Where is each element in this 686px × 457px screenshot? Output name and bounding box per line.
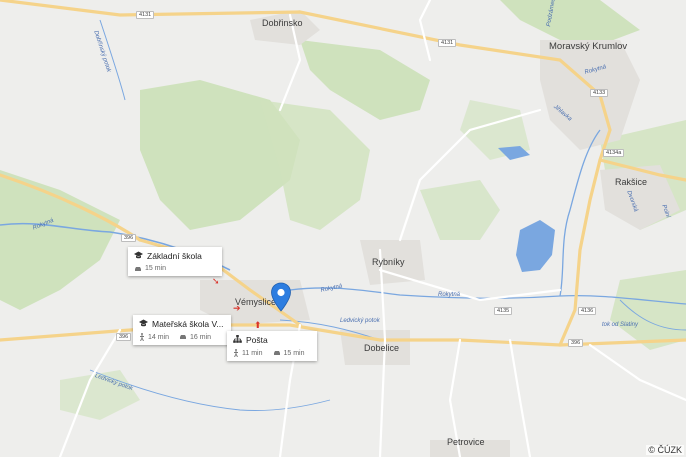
poi-card-title: Pošta	[246, 335, 268, 345]
car-time: 15 min	[273, 350, 305, 357]
poi-card-travel-times: 11 min 15 min	[233, 349, 311, 357]
direction-arrow-icon: ➘	[212, 276, 220, 286]
car-time: 15 min	[134, 265, 166, 272]
poi-card-elementary-school[interactable]: Základní škola 15 min	[128, 247, 222, 276]
car-time-value: 15 min	[283, 349, 305, 357]
road-number-396-c: 396	[568, 339, 584, 347]
car-icon	[180, 335, 187, 339]
car-time-value: 16 min	[190, 333, 212, 341]
road-number-4134: 4134a	[603, 149, 625, 157]
walk-icon	[140, 333, 144, 341]
poi-card-title-row: Pošta	[233, 335, 311, 345]
town-label-dobrinsko[interactable]: Dobřinsko	[262, 18, 303, 28]
car-icon	[273, 351, 280, 355]
direction-arrow-icon: ➔	[233, 303, 241, 313]
poi-card-title-row: Mateřská škola V...	[139, 319, 225, 329]
road-number-4136: 4136	[578, 307, 597, 315]
walk-time: 14 min	[139, 333, 169, 341]
road-number-4135: 4135	[494, 307, 513, 315]
road-number-4131-b: 4131	[438, 39, 457, 47]
poi-card-post-office[interactable]: Pošta 11 min 15 min	[227, 331, 317, 361]
town-label-dobelice[interactable]: Dobelice	[364, 343, 399, 353]
road-number-396-b: 396	[116, 333, 132, 341]
car-time-value: 15 min	[145, 265, 167, 272]
car-icon	[135, 266, 141, 271]
river-label-ledvicky-potok-1: Ledvický potok	[340, 318, 380, 324]
walk-time-value: 11 min	[242, 349, 263, 357]
poi-card-travel-times: 15 min	[134, 265, 216, 272]
walk-time: 11 min	[233, 349, 263, 357]
poi-card-title: Mateřská škola V...	[152, 319, 224, 329]
town-label-moravsky-krumlov[interactable]: Moravský Krumlov	[549, 41, 627, 52]
river-label-rokytna-east: Rokytná	[438, 292, 461, 298]
road-number-396-a: 396	[121, 234, 137, 242]
walk-time-value: 14 min	[148, 333, 170, 341]
school-icon	[134, 251, 143, 261]
map-base-layer	[0, 0, 686, 457]
poi-card-travel-times: 14 min 16 min	[139, 333, 225, 341]
poi-card-kindergarten[interactable]: Mateřská škola V... 14 min 16 min	[133, 315, 231, 345]
post-office-icon	[233, 335, 242, 345]
poi-card-title: Základní škola	[147, 251, 202, 261]
town-label-petrovice[interactable]: Petrovice	[447, 437, 485, 447]
town-label-raksice[interactable]: Rakšice	[615, 177, 647, 187]
direction-arrow-icon: ⬆	[254, 320, 262, 330]
town-label-rybniky[interactable]: Rybníky	[372, 257, 405, 267]
map-copyright: © ČÚZK	[646, 445, 684, 455]
road-number-4131-a: 4131	[136, 11, 155, 19]
walk-icon	[234, 349, 238, 357]
car-time: 16 min	[179, 334, 211, 341]
school-icon	[139, 319, 148, 329]
map-view[interactable]: 4131 4131 396 396 396 4133 4134a 4135 41…	[0, 0, 686, 457]
poi-card-title-row: Základní škola	[134, 251, 216, 261]
location-pin-icon[interactable]	[270, 282, 292, 312]
river-label-tok-od-slatiny: tok od Slatiny	[602, 322, 639, 328]
road-number-4133: 4133	[590, 89, 609, 97]
